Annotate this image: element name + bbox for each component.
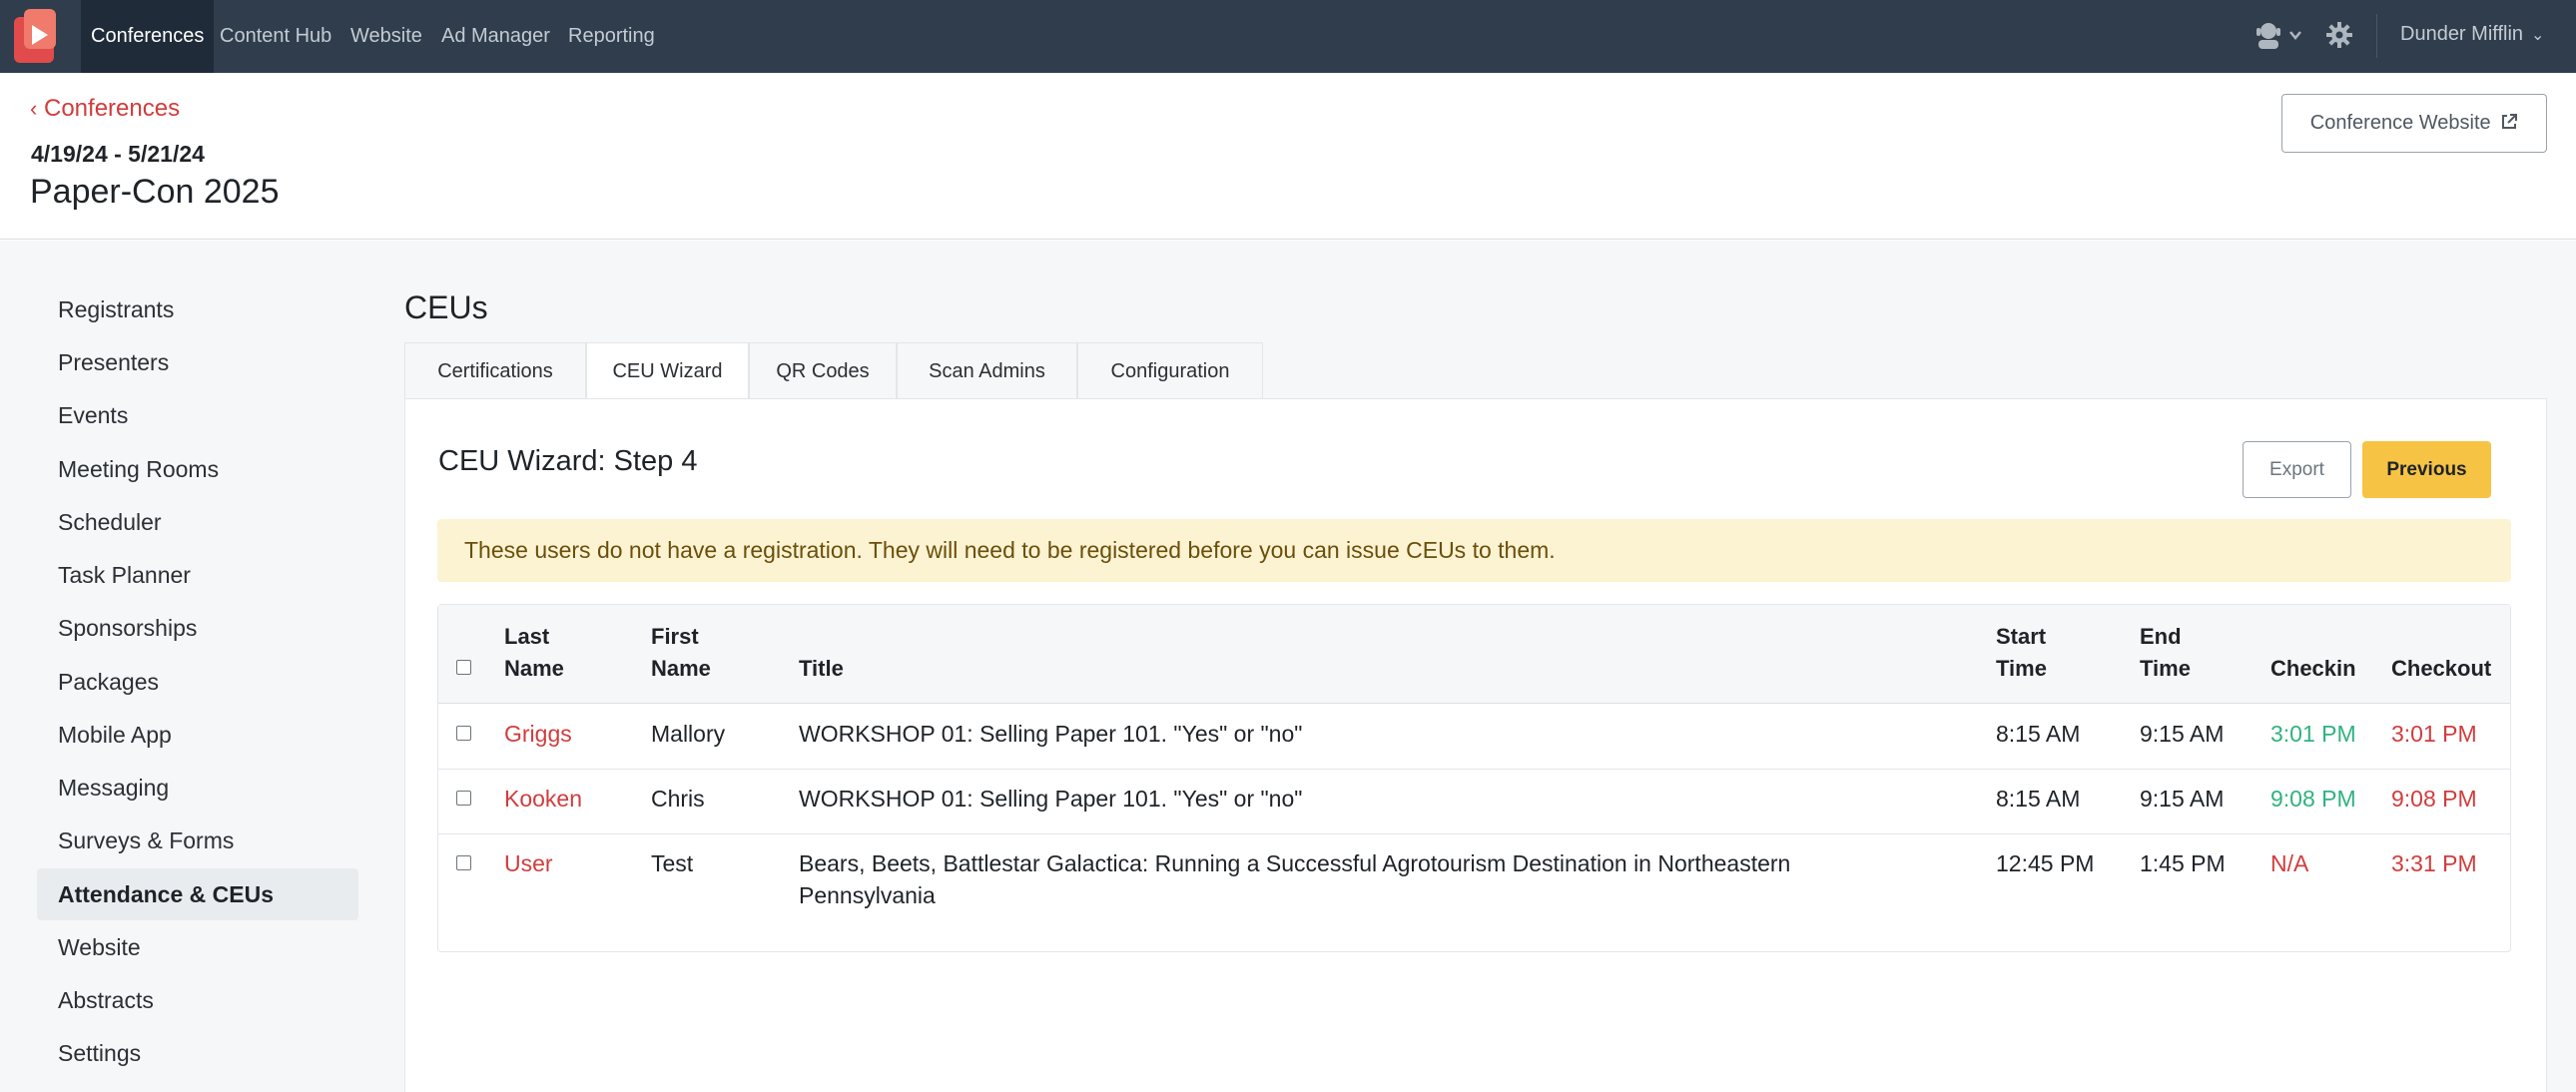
last-name-link[interactable]: Kooken [504, 783, 582, 815]
sidebar-item-surveys-forms[interactable]: Surveys & Forms [37, 815, 358, 866]
sidebar-item-mobile-app[interactable]: Mobile App [37, 709, 358, 761]
sidebar-item-presenters[interactable]: Presenters [37, 336, 358, 388]
sidebar-item-meeting-rooms[interactable]: Meeting Rooms [37, 443, 358, 495]
title-cell: Bears, Beets, Battlestar Galactica: Runn… [799, 847, 1947, 911]
wizard-step-title: CEU Wizard: Step 4 [438, 445, 698, 477]
start-time-cell: 12:45 PM [1996, 850, 2095, 876]
tab-qr-codes[interactable]: QR Codes [749, 342, 897, 398]
last-name-link[interactable]: Griggs [504, 718, 572, 750]
title-line: Bears, Beets, Battlestar Galactica: Runn… [799, 850, 1791, 876]
top-navbar: Conferences Content Hub Website Ad Manag… [0, 0, 2576, 73]
company-name: Dunder Mifflin [2400, 23, 2524, 45]
title-line: Pennsylvania [799, 882, 936, 908]
header-start-time-line2: Time [1996, 656, 2047, 681]
end-time-cell: 9:15 AM [2140, 721, 2225, 747]
last-name-link[interactable]: User [504, 847, 553, 879]
back-link-label: Conferences [44, 95, 181, 122]
conference-website-button[interactable]: Conference Website [2281, 94, 2547, 153]
header-start-time[interactable]: Start Time [1996, 621, 2047, 685]
header-last-name-line1: Last [504, 624, 550, 649]
sidebar-item-events[interactable]: Events [37, 389, 358, 441]
header-checkin[interactable]: Checkin [2270, 653, 2356, 685]
export-button[interactable]: Export [2243, 441, 2351, 498]
sidebar-item-sponsorships[interactable]: Sponsorships [37, 602, 358, 654]
app-logo-icon[interactable] [14, 7, 62, 65]
checkout-cell: 3:31 PM [2391, 850, 2477, 876]
user-support-icon[interactable] [2254, 20, 2282, 50]
header-end-time-line2: Time [2140, 656, 2191, 681]
select-all-checkbox[interactable] [456, 660, 471, 675]
header-last-name-line2: Name [504, 656, 564, 681]
gear-icon[interactable] [2325, 21, 2353, 49]
first-name-cell: Chris [651, 786, 705, 812]
chevron-left-icon: ‹ [30, 96, 38, 121]
sidebar-item-attendance-ceus[interactable]: Attendance & CEUs [37, 868, 358, 920]
header-end-time-line1: End [2140, 624, 2182, 649]
first-name-cell: Mallory [651, 721, 726, 747]
row-divider [438, 833, 2510, 834]
sidebar-item-settings[interactable]: Settings [37, 1027, 358, 1079]
nav-website[interactable]: Website [340, 0, 432, 73]
row-checkbox[interactable] [456, 855, 471, 870]
conference-date-range: 4/19/24 - 5/21/24 [31, 141, 205, 167]
back-to-conferences-link[interactable]: ‹ Conferences [30, 95, 180, 123]
header-end-time[interactable]: End Time [2140, 621, 2191, 685]
sidebar-item-abstracts[interactable]: Abstracts [37, 974, 358, 1026]
sidebar-item-scheduler[interactable]: Scheduler [37, 496, 358, 548]
end-time-cell: 1:45 PM [2140, 850, 2226, 876]
company-menu[interactable]: Dunder Mifflin ⌄ [2400, 0, 2544, 73]
header-last-name[interactable]: Last Name [504, 621, 564, 685]
sidebar-item-registrants[interactable]: Registrants [37, 283, 358, 335]
header-checkout[interactable]: Checkout [2391, 653, 2491, 685]
title-cell: WORKSHOP 01: Selling Paper 101. "Yes" or… [799, 721, 1303, 747]
first-name-cell: Test [651, 850, 694, 876]
conference-website-label: Conference Website [2309, 112, 2491, 134]
nav-divider [2376, 14, 2377, 58]
start-time-cell: 8:15 AM [1996, 721, 2081, 747]
header-first-name-line1: First [651, 624, 699, 649]
previous-button[interactable]: Previous [2362, 441, 2491, 498]
header-title[interactable]: Title [799, 653, 844, 685]
title-cell: WORKSHOP 01: Selling Paper 101. "Yes" or… [799, 786, 1303, 812]
row-checkbox[interactable] [456, 791, 471, 806]
start-time-cell: 8:15 AM [1996, 786, 2081, 812]
nav-reporting[interactable]: Reporting [558, 0, 665, 73]
page-title: Paper-Con 2025 [30, 173, 280, 211]
row-checkbox[interactable] [456, 726, 471, 741]
table-header: Last Name First Name Title Start Time En… [438, 605, 2510, 704]
sidebar-item-messaging[interactable]: Messaging [37, 762, 358, 814]
tab-certifications[interactable]: Certifications [404, 342, 586, 398]
section-title: CEUs [404, 289, 488, 325]
checkin-cell: 9:08 PM [2270, 786, 2356, 812]
tab-ceu-wizard[interactable]: CEU Wizard [586, 342, 749, 398]
row-divider [438, 769, 2510, 770]
tab-configuration[interactable]: Configuration [1077, 342, 1263, 398]
external-link-icon [2502, 114, 2518, 129]
warning-alert: These users do not have a registration. … [437, 519, 2511, 582]
nav-conferences[interactable]: Conferences [81, 0, 215, 73]
page-header: ‹ Conferences 4/19/24 - 5/21/24 Paper-Co… [0, 73, 2576, 240]
sidebar-item-task-planner[interactable]: Task Planner [37, 549, 358, 601]
checkin-cell: 3:01 PM [2270, 721, 2356, 747]
chevron-down-icon[interactable] [2288, 28, 2302, 42]
checkout-cell: 9:08 PM [2391, 786, 2477, 812]
users-table: Last Name First Name Title Start Time En… [437, 604, 2511, 952]
chevron-down-icon: ⌄ [2531, 27, 2545, 44]
header-first-name[interactable]: First Name [651, 621, 711, 685]
end-time-cell: 9:15 AM [2140, 786, 2225, 812]
checkout-cell: 3:01 PM [2391, 721, 2477, 747]
checkin-cell: N/A [2270, 850, 2309, 876]
tab-scan-admins[interactable]: Scan Admins [897, 342, 1077, 398]
sidebar-item-packages[interactable]: Packages [37, 656, 358, 708]
nav-ad-manager[interactable]: Ad Manager [431, 0, 560, 73]
nav-content-hub[interactable]: Content Hub [210, 0, 341, 73]
sidebar-item-website[interactable]: Website [37, 921, 358, 973]
header-start-time-line1: Start [1996, 624, 2047, 649]
header-first-name-line2: Name [651, 656, 711, 681]
